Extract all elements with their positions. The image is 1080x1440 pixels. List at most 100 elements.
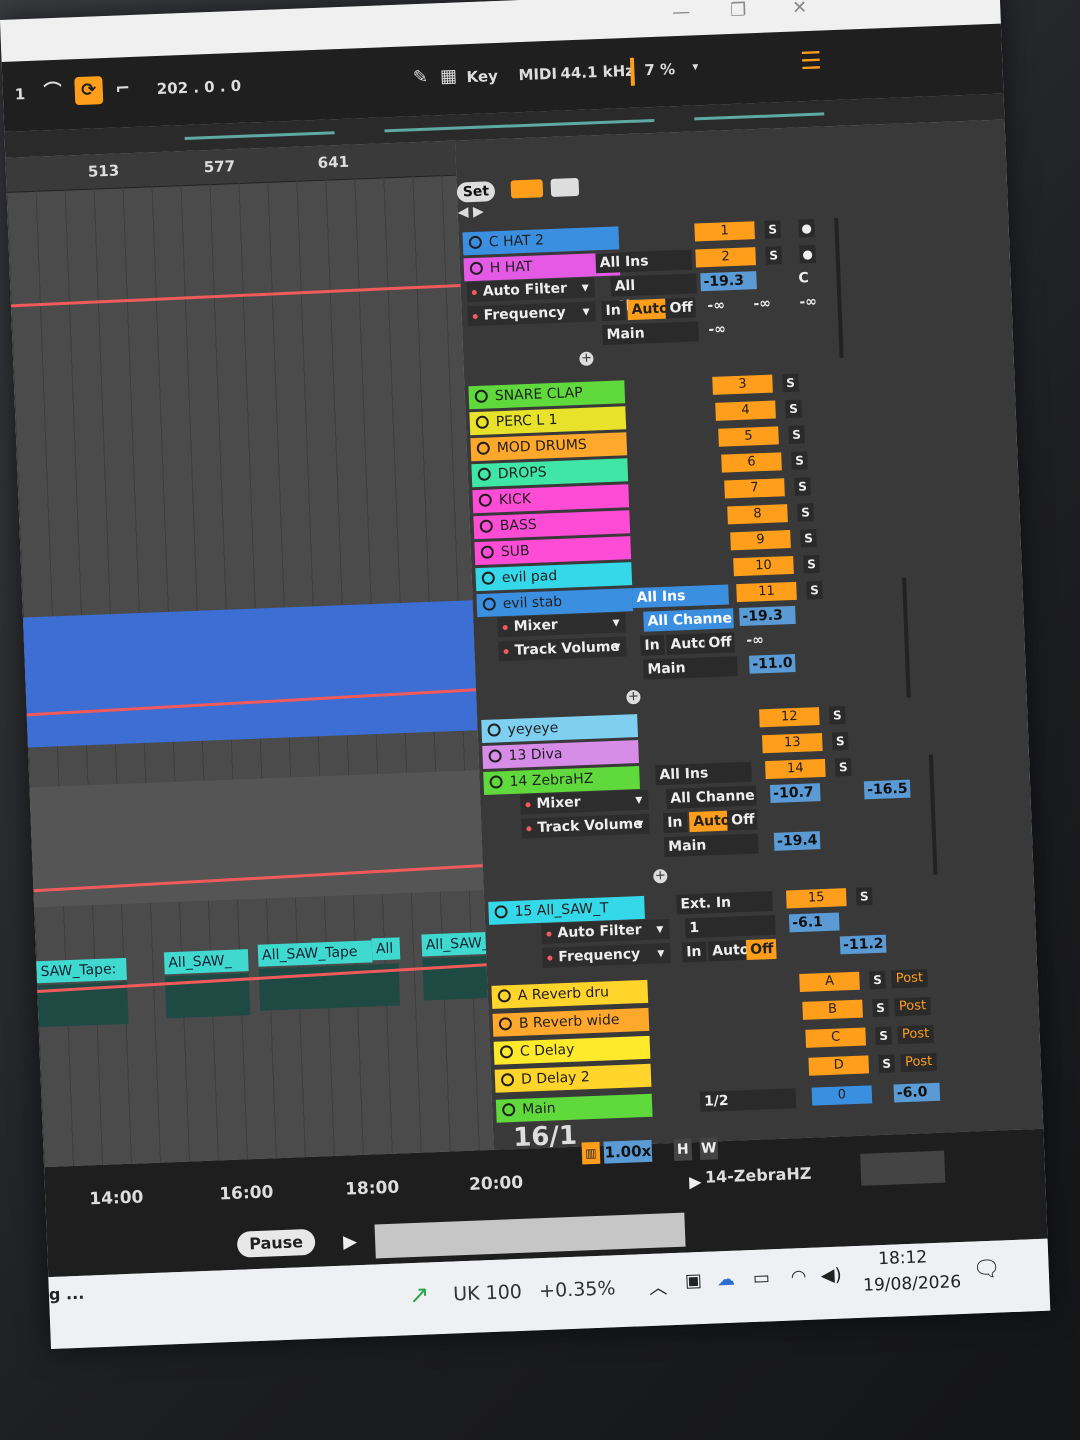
send-a-value[interactable]: -∞ bbox=[746, 631, 764, 650]
clock-date[interactable]: 19/08/2026 bbox=[863, 1272, 962, 1296]
close-button[interactable]: ✕ bbox=[792, 0, 808, 19]
solo-button[interactable]: S bbox=[803, 554, 820, 574]
audio-clip[interactable]: All_SAW_Tape bbox=[257, 940, 373, 967]
play-track-icon[interactable]: ▶ bbox=[689, 1172, 702, 1191]
main-volume[interactable]: -6.0 bbox=[893, 1082, 941, 1103]
monitor-auto-button[interactable]: Auto bbox=[627, 298, 669, 321]
track-header[interactable]: evil pad bbox=[475, 562, 633, 592]
input-channel-select[interactable]: All Channe bbox=[610, 273, 698, 315]
track-number[interactable]: 1 bbox=[694, 221, 755, 242]
track-number[interactable]: 6 bbox=[721, 452, 782, 473]
return-letter[interactable]: C bbox=[805, 1027, 867, 1048]
track-play-icon[interactable] bbox=[498, 1017, 513, 1031]
parameter-chooser[interactable]: Track Volume ▾ bbox=[521, 813, 650, 839]
track-play-icon[interactable] bbox=[468, 235, 483, 250]
h-button[interactable]: H bbox=[673, 1138, 693, 1161]
track-play-icon[interactable] bbox=[500, 1073, 515, 1087]
return-track-header[interactable]: C Delay bbox=[493, 1035, 651, 1065]
solo-button[interactable]: S bbox=[794, 477, 811, 496]
send-c-value[interactable]: -∞ bbox=[799, 293, 817, 312]
track-number[interactable]: 3 bbox=[712, 374, 773, 395]
pre-post-toggle[interactable]: Post bbox=[897, 1024, 934, 1045]
solo-button[interactable]: S bbox=[875, 1026, 892, 1046]
audio-clip[interactable]: All_SAW_ bbox=[163, 949, 249, 975]
solo-button[interactable]: S bbox=[855, 887, 873, 906]
track-header[interactable]: PERC L 1 bbox=[469, 406, 627, 436]
solo-button[interactable]: S bbox=[878, 1054, 896, 1074]
solo-button[interactable]: S bbox=[806, 580, 823, 600]
monitor-off-button[interactable]: Off bbox=[665, 297, 696, 319]
send-b-value[interactable]: -∞ bbox=[753, 295, 771, 314]
parameter-chooser[interactable]: Frequency ▾ bbox=[467, 301, 597, 327]
notification-icon[interactable]: 🗨 bbox=[972, 1257, 1001, 1283]
clip-preview[interactable] bbox=[374, 1212, 686, 1259]
track-play-icon[interactable] bbox=[487, 723, 501, 737]
record-arm-icon[interactable]: ● bbox=[799, 244, 816, 264]
add-automation-icon[interactable]: + bbox=[626, 689, 641, 705]
solo-button[interactable]: S bbox=[785, 399, 802, 419]
track-play-icon[interactable] bbox=[474, 389, 489, 404]
output-select[interactable]: Main bbox=[643, 656, 738, 680]
output-select[interactable]: Main bbox=[663, 833, 759, 858]
track-volume[interactable]: -19.3 bbox=[739, 605, 796, 627]
ticker-name[interactable]: UK 100 bbox=[453, 1281, 522, 1306]
pre-post-toggle[interactable]: Post bbox=[894, 997, 931, 1017]
send-d-value[interactable]: -∞ bbox=[708, 320, 726, 339]
return-track-header[interactable]: D Delay 2 bbox=[494, 1063, 652, 1093]
solo-button[interactable]: S bbox=[797, 503, 814, 522]
track-number[interactable]: 10 bbox=[733, 555, 794, 577]
monitor-off-button[interactable]: Off bbox=[704, 632, 735, 654]
track-header[interactable]: SNARE CLAP bbox=[468, 380, 626, 410]
evil-stab-lane[interactable] bbox=[22, 600, 478, 748]
monitor-auto-button[interactable]: Auto bbox=[666, 633, 708, 655]
track-number[interactable]: 14 bbox=[765, 758, 826, 780]
monitor-in-button[interactable]: In bbox=[640, 634, 665, 656]
tempo-multiplier[interactable]: 1.00x bbox=[603, 1139, 653, 1164]
draw-mode-icon[interactable]: ⌒ bbox=[38, 77, 67, 106]
track-play-icon[interactable] bbox=[479, 519, 494, 533]
monitor-in-button[interactable]: In bbox=[681, 941, 707, 963]
audio-clip[interactable]: All bbox=[371, 937, 401, 961]
return-letter[interactable]: D bbox=[808, 1055, 870, 1076]
punch-icon[interactable]: ⌐ bbox=[108, 75, 137, 104]
send-value[interactable]: -19.4 bbox=[773, 831, 821, 851]
audio-clip[interactable]: SAW_Tape: bbox=[36, 957, 127, 984]
meet-now-icon[interactable]: ▣ bbox=[685, 1270, 703, 1292]
input-channel-select[interactable]: 1 bbox=[684, 914, 776, 939]
clock-time[interactable]: 18:12 bbox=[878, 1247, 928, 1269]
track-play-icon[interactable] bbox=[499, 1045, 514, 1059]
send-a-value[interactable]: -∞ bbox=[707, 296, 725, 315]
loop-position[interactable]: 202 . 0 . 0 bbox=[156, 77, 241, 98]
output-select[interactable]: Main bbox=[602, 321, 699, 346]
set-button[interactable]: Set bbox=[456, 181, 496, 203]
add-automation-icon[interactable]: + bbox=[653, 868, 668, 884]
track-play-icon[interactable] bbox=[478, 493, 493, 507]
pre-post-toggle[interactable]: Post bbox=[891, 969, 928, 989]
track-play-icon[interactable] bbox=[477, 467, 492, 481]
track-header[interactable]: MOD DRUMS bbox=[470, 432, 628, 462]
monitor-auto-button[interactable]: Auto bbox=[688, 810, 731, 833]
return-letter[interactable]: B bbox=[802, 999, 863, 1020]
send-value[interactable]: -16.5 bbox=[863, 779, 911, 800]
track-play-icon[interactable] bbox=[497, 989, 512, 1003]
input-type-select[interactable]: Ext. In bbox=[676, 891, 773, 915]
pan-value[interactable]: C bbox=[798, 269, 809, 287]
audio-clip[interactable]: All_SAW_Tape bbox=[421, 931, 491, 957]
track-play-icon[interactable] bbox=[488, 749, 502, 763]
track-play-icon[interactable] bbox=[476, 441, 491, 456]
add-automation-icon[interactable]: + bbox=[579, 351, 594, 367]
parameter-chooser[interactable]: Track Volume ▾ bbox=[498, 636, 627, 662]
track-header[interactable]: SUB bbox=[474, 536, 632, 566]
input-type-select[interactable]: All Ins bbox=[632, 584, 729, 609]
cpu-dropdown-icon[interactable]: ▾ bbox=[692, 59, 699, 73]
track-play-icon[interactable] bbox=[475, 415, 490, 430]
track-header[interactable]: 13 Diva bbox=[482, 740, 639, 770]
track-number[interactable]: 9 bbox=[730, 530, 791, 551]
return-track-header[interactable]: A Reverb dru bbox=[491, 979, 649, 1009]
return-letter[interactable]: A bbox=[799, 971, 860, 993]
menu-icon[interactable]: ☰ bbox=[800, 46, 825, 75]
input-type-select[interactable]: All Ins bbox=[595, 249, 693, 274]
track-play-icon[interactable] bbox=[489, 775, 503, 789]
track-play-icon[interactable] bbox=[469, 261, 484, 276]
track-number[interactable]: 2 bbox=[695, 247, 756, 268]
